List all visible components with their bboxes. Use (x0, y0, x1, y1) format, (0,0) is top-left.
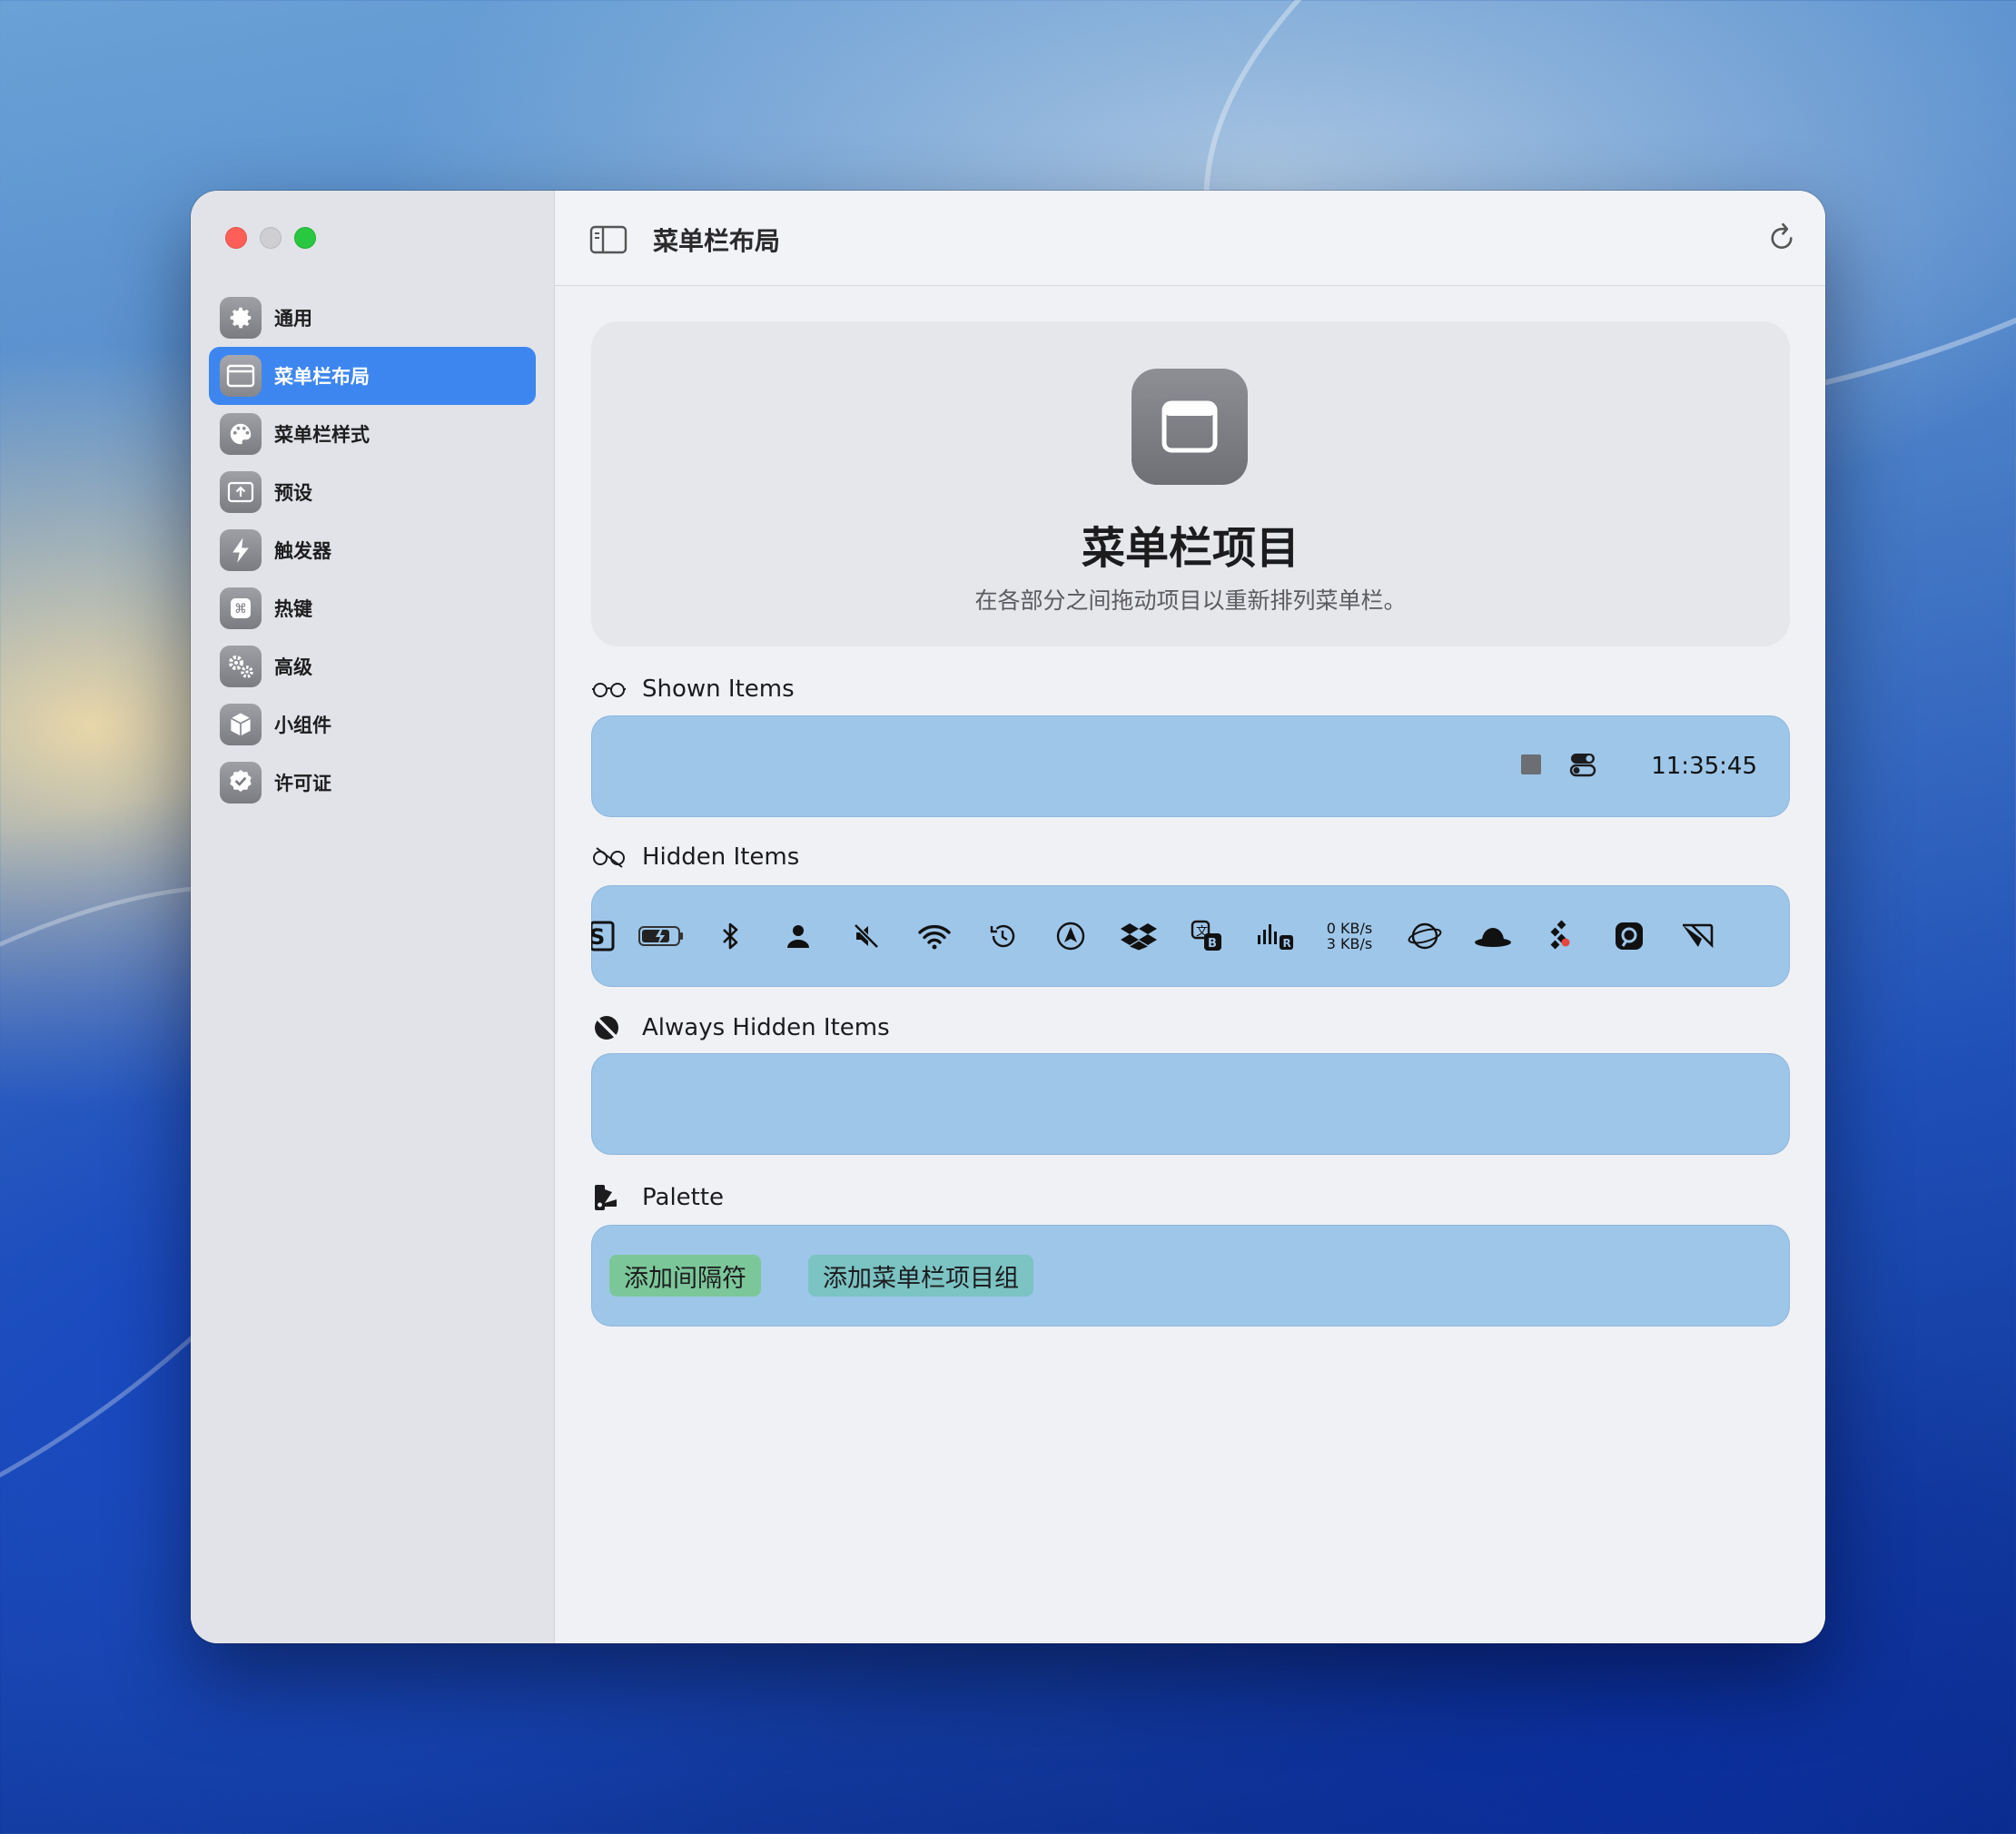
svg-text:S: S (591, 924, 605, 950)
eye-slash-icon (591, 1012, 628, 1043)
network-speed-text: 0 KB/s 3 KB/s (1327, 921, 1372, 952)
always-hidden-items-bar[interactable] (591, 1053, 1790, 1155)
network-speed-item[interactable]: 0 KB/s 3 KB/s (1309, 921, 1390, 952)
glasses-icon (591, 680, 628, 698)
audio-bars-icon[interactable]: R (1240, 921, 1309, 952)
shown-items-list: 11:35:45 (1520, 715, 1757, 817)
toolbar: 菜单栏布局 (555, 191, 1825, 286)
window-controls (225, 227, 316, 249)
bolt-icon (220, 529, 262, 571)
sidebar-item-label: 触发器 (274, 540, 331, 562)
bowler-hat-icon[interactable] (1458, 922, 1527, 950)
hidden-items-bar[interactable]: S 文 B R 0 KB/s 3 KB/s (591, 885, 1790, 987)
section-header-shown: Shown Items (591, 675, 795, 703)
sidebar-nav: 通用 菜单栏布局 菜单栏样式 预设 触发器 ⌘ 热键 高级 小组件 许可证 (209, 289, 536, 812)
palette-bar: 添加间隔符 添加菜单栏项目组 (591, 1225, 1790, 1326)
minimize-button[interactable] (260, 227, 282, 249)
preset-icon (220, 471, 262, 513)
checkmark-seal-icon (220, 762, 262, 804)
sidebar-item-label: 高级 (274, 656, 312, 678)
stop-square-icon[interactable] (1520, 754, 1542, 779)
sidebar-item-label: 菜单栏样式 (274, 424, 370, 446)
command-key-icon: ⌘ (220, 587, 262, 629)
sidebar-item-widgets[interactable]: 小组件 (209, 695, 536, 754)
section-label: Palette (642, 1184, 725, 1211)
shown-items-bar[interactable]: 11:35:45 (591, 715, 1790, 817)
location-arrow-icon[interactable] (1036, 921, 1104, 952)
sidebar-item-label: 预设 (274, 482, 312, 504)
sidebar: 通用 菜单栏布局 菜单栏样式 预设 触发器 ⌘ 热键 高级 小组件 许可证 (191, 191, 555, 1643)
close-button[interactable] (225, 227, 247, 249)
hero-title: 菜单栏项目 (1081, 523, 1300, 574)
svg-text:B: B (1208, 937, 1217, 951)
section-label: Always Hidden Items (642, 1014, 890, 1041)
svg-text:R: R (1282, 937, 1290, 950)
sidebar-item-advanced[interactable]: 高级 (209, 637, 536, 695)
svg-text:⌘: ⌘ (234, 602, 247, 616)
add-spacer-button[interactable]: 添加间隔符 (609, 1255, 761, 1297)
hero-subtitle: 在各部分之间拖动项目以重新排列菜单栏。 (974, 587, 1407, 614)
menubar-layout-icon (220, 355, 262, 397)
zoom-button[interactable] (294, 227, 316, 249)
time-machine-icon[interactable] (968, 922, 1036, 951)
battery-charging-icon[interactable] (628, 922, 696, 950)
user-icon[interactable] (764, 922, 832, 950)
sidebar-item-label: 菜单栏布局 (274, 366, 370, 388)
gear-icon (220, 297, 262, 339)
sidebar-item-general[interactable]: 通用 (209, 289, 536, 347)
sidebar-item-menubar-layout[interactable]: 菜单栏布局 (209, 347, 536, 405)
sidebar-item-presets[interactable]: 预设 (209, 463, 536, 521)
sidebar-item-label: 小组件 (274, 715, 331, 736)
gears-icon (220, 646, 262, 687)
clock-item[interactable]: 11:35:45 (1651, 753, 1757, 780)
planet-icon[interactable] (1390, 920, 1458, 952)
diamond-dots-icon[interactable] (1527, 920, 1595, 952)
sidebar-item-label: 许可证 (274, 773, 331, 794)
add-item-group-button[interactable]: 添加菜单栏项目组 (808, 1255, 1033, 1297)
sidebar-item-license[interactable]: 许可证 (209, 754, 536, 812)
glasses-slash-icon (591, 846, 628, 868)
s-app-icon[interactable]: S (591, 921, 628, 952)
sidebar-item-menubar-style[interactable]: 菜单栏样式 (209, 405, 536, 463)
sidebar-item-triggers[interactable]: 触发器 (209, 521, 536, 579)
menubar-app-icon (1132, 369, 1248, 485)
reload-icon[interactable] (1765, 220, 1798, 258)
volume-mute-icon[interactable] (832, 922, 900, 950)
page-title: 菜单栏布局 (653, 226, 781, 256)
sidebar-item-hotkeys[interactable]: ⌘ 热键 (209, 579, 536, 637)
network-up-speed: 3 KB/s (1326, 935, 1373, 952)
toggle-switches-icon[interactable] (1569, 751, 1596, 782)
section-label: Hidden Items (642, 843, 800, 871)
sidebar-item-label: 热键 (274, 598, 312, 620)
translate-icon[interactable]: 文B (1172, 920, 1240, 952)
cube-icon (220, 704, 262, 745)
sidebar-item-label: 通用 (274, 308, 312, 330)
sidebar-toggle-icon[interactable] (589, 225, 628, 258)
hero-card: 菜单栏项目 在各部分之间拖动项目以重新排列菜单栏。 (591, 321, 1790, 646)
dropbox-icon[interactable] (1104, 922, 1172, 951)
wifi-icon[interactable] (900, 922, 968, 950)
section-header-palette: Palette (591, 1182, 724, 1213)
palette-icon (220, 413, 262, 455)
hidden-items-list: S 文 B R 0 KB/s 3 KB/s (591, 885, 1790, 987)
section-header-always-hidden: Always Hidden Items (591, 1012, 890, 1043)
swatch-palette-icon (591, 1182, 628, 1213)
main-content: 菜单栏布局 菜单栏项目 在各部分之间拖动项目以重新排列菜单栏。 Shown It… (555, 191, 1825, 1643)
bluetooth-icon[interactable] (696, 921, 764, 952)
palette-buttons: 添加间隔符 添加菜单栏项目组 (609, 1225, 1033, 1326)
section-label: Shown Items (642, 675, 795, 703)
pastebot-icon[interactable] (1595, 921, 1663, 952)
settings-window: 通用 菜单栏布局 菜单栏样式 预设 触发器 ⌘ 热键 高级 小组件 许可证 菜单… (191, 191, 1825, 1643)
corner-window-icon[interactable] (1663, 921, 1731, 952)
section-header-hidden: Hidden Items (591, 843, 799, 871)
